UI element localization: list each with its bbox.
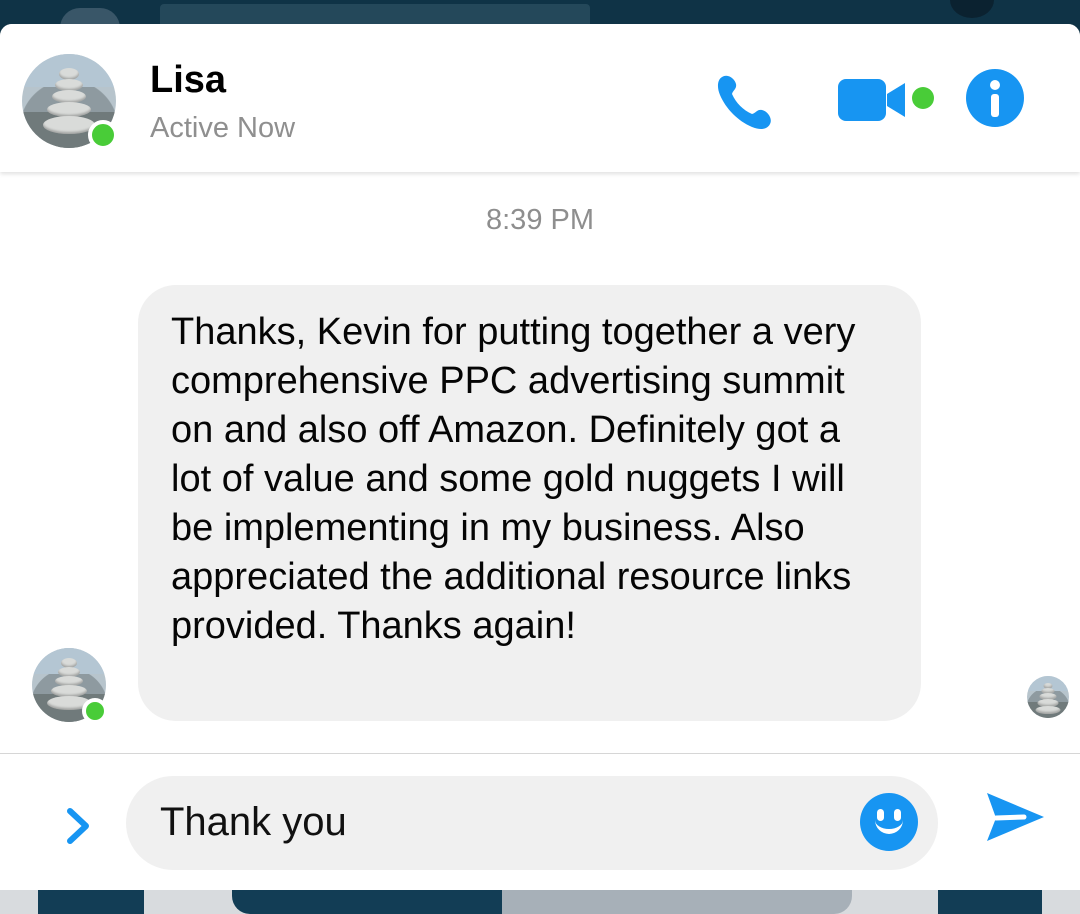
online-status-icon: [88, 120, 118, 150]
background-footer-block: [232, 888, 502, 914]
background-footer-block: [38, 888, 144, 914]
background-footer-block: [502, 888, 852, 914]
background-avatar-blur: [950, 0, 994, 18]
info-icon[interactable]: [966, 69, 1024, 127]
background-footer-block: [938, 888, 1042, 914]
seen-receipt-avatar: [1027, 676, 1069, 718]
chat-window: Lisa Active Now 8:39 PM Thanks, Kevin fo…: [0, 24, 1080, 890]
smiley-icon[interactable]: [860, 793, 918, 851]
message-input-value[interactable]: Thank you: [160, 800, 347, 845]
chat-header: Lisa Active Now: [0, 24, 1080, 172]
chevron-right-icon[interactable]: [62, 806, 94, 846]
video-camera-icon[interactable]: [838, 79, 908, 121]
incoming-message-bubble[interactable]: Thanks, Kevin for putting together a ver…: [138, 285, 921, 721]
contact-status: Active Now: [150, 112, 296, 144]
message-input[interactable]: Thank you: [126, 776, 938, 870]
contact-name[interactable]: Lisa: [150, 59, 226, 102]
phone-icon[interactable]: [712, 72, 776, 130]
send-icon[interactable]: [982, 788, 1046, 846]
composer-divider: [0, 753, 1080, 754]
sender-online-icon: [82, 698, 108, 724]
message-text: Thanks, Kevin for putting together a ver…: [171, 311, 856, 647]
message-timestamp: 8:39 PM: [486, 204, 594, 236]
video-online-icon: [912, 87, 934, 109]
